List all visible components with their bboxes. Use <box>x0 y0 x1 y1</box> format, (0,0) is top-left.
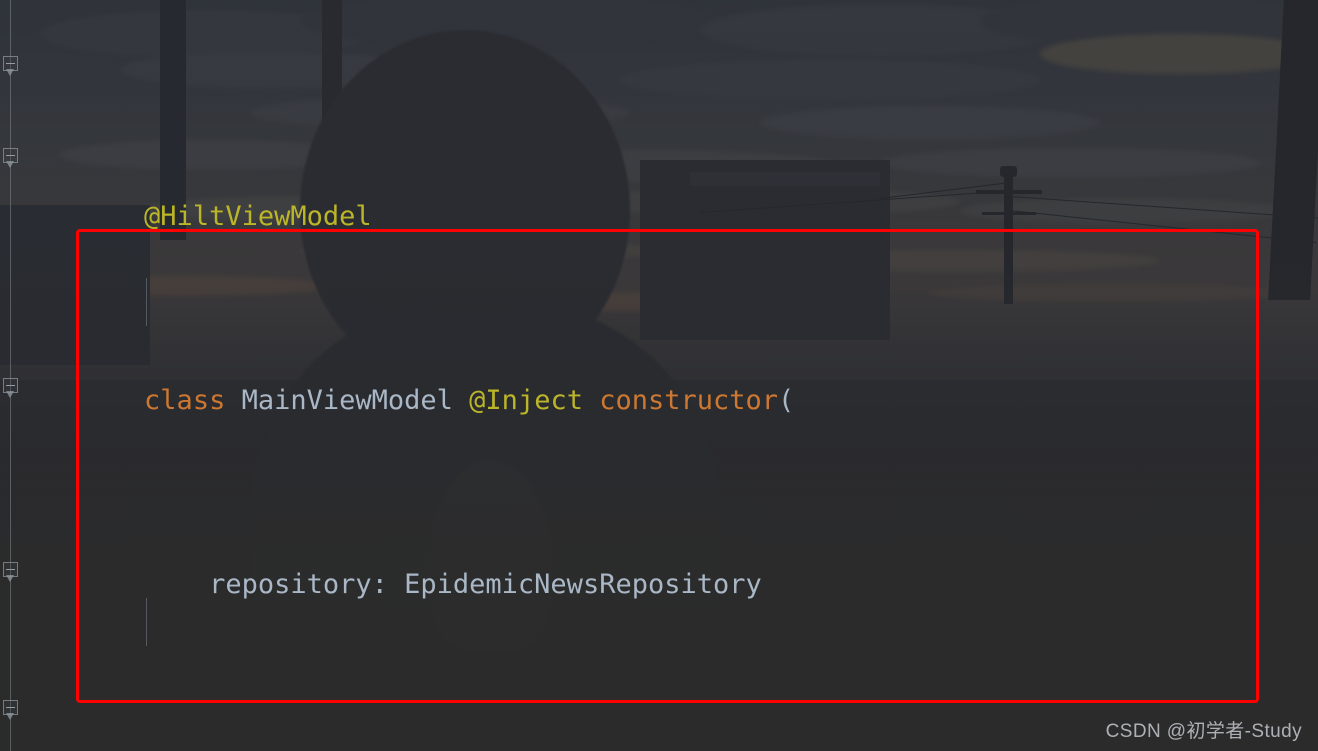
annotation-inject: @Inject <box>469 385 600 416</box>
code-editor[interactable]: @HiltViewModel class MainViewModel @Inje… <box>0 0 1318 751</box>
chevron-down-icon <box>6 391 14 398</box>
classname-mainviewmodel: MainViewModel <box>241 385 470 416</box>
chevron-down-icon <box>6 69 14 76</box>
chevron-down-icon <box>6 161 14 168</box>
code-fold-line <box>10 0 11 751</box>
code-line[interactable]: @HiltViewModel <box>14 148 1318 232</box>
param-repository: repository: EpidemicNewsRepository <box>144 569 762 600</box>
code-content[interactable]: @HiltViewModel class MainViewModel @Inje… <box>14 10 1318 751</box>
csdn-watermark: CSDN @初学者-Study <box>1105 721 1302 742</box>
keyword-class: class <box>144 385 242 416</box>
paren-open: ( <box>778 385 795 416</box>
keyword-constructor: constructor <box>599 385 779 416</box>
screenshot-root: @HiltViewModel class MainViewModel @Inje… <box>0 0 1318 751</box>
chevron-down-icon <box>6 575 14 582</box>
code-line[interactable]: class MainViewModel @Inject constructor( <box>14 332 1318 416</box>
chevron-down-icon <box>6 713 14 720</box>
code-line[interactable]: repository: EpidemicNewsRepository <box>14 516 1318 600</box>
annotation-hiltviewmodel: @HiltViewModel <box>144 201 372 232</box>
